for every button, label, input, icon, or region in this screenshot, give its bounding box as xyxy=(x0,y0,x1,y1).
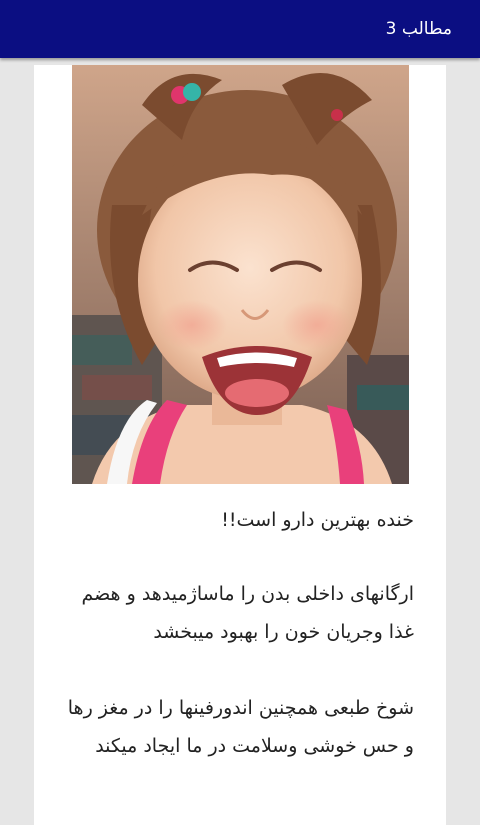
article-photo xyxy=(72,65,409,484)
app-bar-title: مطالب 3 xyxy=(385,19,452,39)
article-paragraph: ارگانهای داخلی بدن را ماساژمیدهد و هضم غ… xyxy=(81,583,414,643)
article-paragraph: شوخ طبعی همچنین اندورفینها را در مغز رها… xyxy=(67,697,414,757)
article-text: خنده بهترین دارو است!! ارگانهای داخلی بد… xyxy=(54,501,414,765)
app-bar: مطالب 3 xyxy=(0,0,480,58)
article-title: خنده بهترین دارو است!! xyxy=(221,509,414,531)
content-card: خنده بهترین دارو است!! ارگانهای داخلی بد… xyxy=(34,65,446,825)
